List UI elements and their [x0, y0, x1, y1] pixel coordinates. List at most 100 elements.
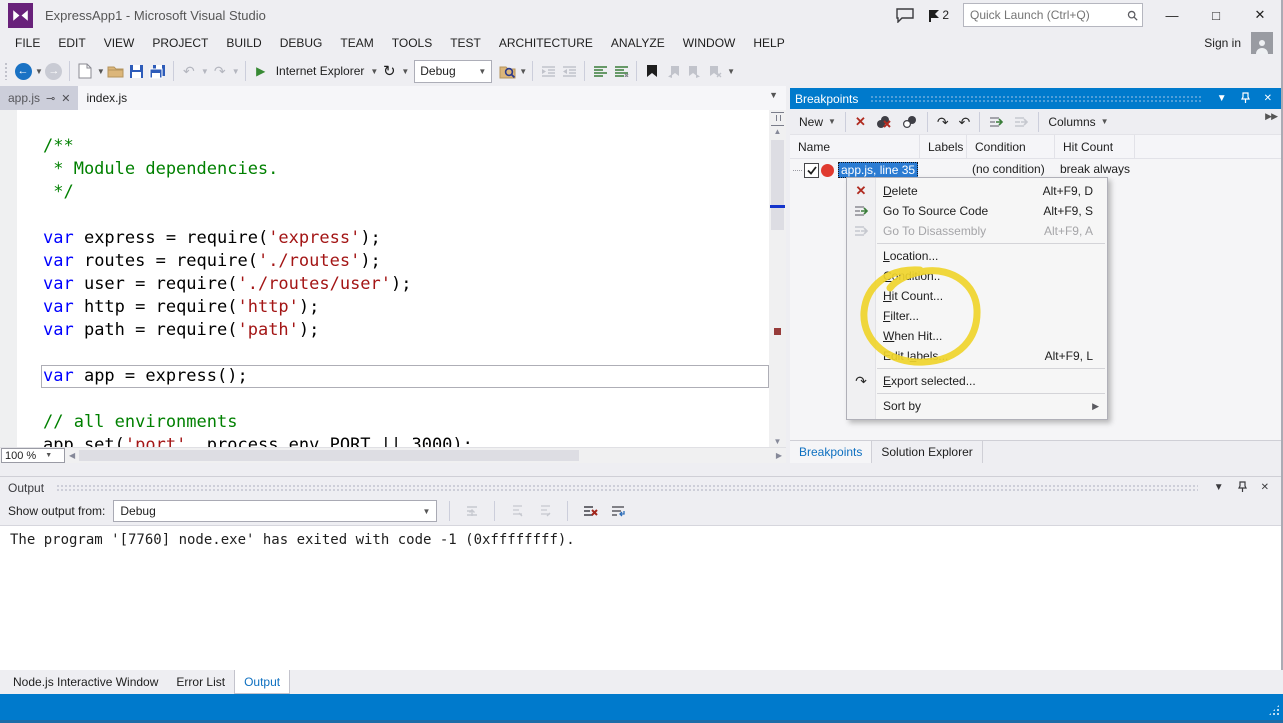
- context-menu-item-go-to-source-code[interactable]: Go To Source CodeAlt+F9, S: [847, 201, 1107, 221]
- redo-dropdown-icon[interactable]: ▼: [232, 67, 240, 76]
- code-line[interactable]: [17, 342, 769, 365]
- scroll-left-icon[interactable]: ◀: [65, 451, 79, 460]
- delete-all-breakpoints-icon[interactable]: [871, 113, 897, 131]
- navigate-backward-dropdown-icon[interactable]: ▼: [35, 67, 43, 76]
- toolbar-options-icon[interactable]: ▼: [727, 67, 735, 76]
- toolbar-overflow-icon[interactable]: ▶▶: [1265, 111, 1277, 122]
- context-menu-item-sort-by[interactable]: Sort by▶: [847, 396, 1107, 416]
- next-bookmark-icon[interactable]: [684, 60, 704, 82]
- columns-button[interactable]: Columns ▼: [1043, 113, 1113, 131]
- menu-debug[interactable]: DEBUG: [271, 32, 332, 54]
- close-button[interactable]: ✕: [1245, 7, 1275, 23]
- editor-vertical-scrollbar[interactable]: ▲ ▼: [769, 110, 786, 448]
- bottom-tab-error-list[interactable]: Error List: [167, 670, 234, 694]
- maximize-button[interactable]: □: [1201, 8, 1231, 23]
- go-to-source-code-icon[interactable]: [984, 114, 1009, 130]
- code-line[interactable]: var routes = require('./routes');: [17, 250, 769, 273]
- code-line[interactable]: var express = require('express');: [17, 227, 769, 250]
- toolbar-grip[interactable]: [4, 62, 9, 80]
- toggle-bookmark-icon[interactable]: [642, 60, 662, 82]
- menu-edit[interactable]: EDIT: [49, 32, 94, 54]
- code-line[interactable]: var path = require('path');: [17, 319, 769, 342]
- new-breakpoint-button[interactable]: New ▼: [794, 113, 841, 131]
- column-header-labels[interactable]: Labels: [920, 135, 967, 158]
- editor-tab-index.js[interactable]: index.js: [78, 86, 135, 110]
- context-menu-item-filter[interactable]: Filter...: [847, 306, 1107, 326]
- minimize-button[interactable]: —: [1157, 8, 1187, 23]
- breakpoint-name[interactable]: app.js, line 35: [838, 162, 918, 178]
- scroll-down-icon[interactable]: ▼: [769, 437, 786, 446]
- notifications-flag[interactable]: 2: [928, 8, 949, 22]
- refresh-icon[interactable]: ↻: [379, 60, 399, 82]
- run-target-label[interactable]: Internet Explorer: [276, 64, 365, 78]
- go-to-disassembly-icon[interactable]: [1009, 114, 1034, 130]
- context-menu-item-when-hit[interactable]: When Hit...: [847, 326, 1107, 346]
- output-source-combo[interactable]: Debug ▼: [113, 500, 437, 522]
- resize-grip[interactable]: [1268, 704, 1280, 716]
- code-line[interactable]: var http = require('http');: [17, 296, 769, 319]
- undo-icon[interactable]: ↶: [179, 60, 199, 82]
- output-title-bar[interactable]: Output ▼ ✕: [0, 477, 1281, 498]
- panel-tab-solution-explorer[interactable]: Solution Explorer: [872, 441, 982, 463]
- context-menu-item-delete[interactable]: ✕DeleteAlt+F9, D: [847, 181, 1107, 201]
- uncomment-icon[interactable]: [611, 60, 631, 82]
- pin-icon[interactable]: [1237, 92, 1254, 106]
- previous-message-icon[interactable]: [507, 500, 527, 522]
- horizontal-scroll-thumb[interactable]: [79, 450, 579, 461]
- code-line[interactable]: app.set('port', process.env.PORT || 3000…: [17, 434, 769, 448]
- import-breakpoints-icon[interactable]: ↶: [954, 113, 976, 131]
- undo-dropdown-icon[interactable]: ▼: [201, 67, 209, 76]
- feedback-icon[interactable]: [896, 8, 914, 23]
- bottom-tab-output[interactable]: Output: [234, 670, 290, 694]
- panel-tab-breakpoints[interactable]: Breakpoints: [790, 441, 872, 463]
- toggle-all-breakpoints-icon[interactable]: [897, 113, 923, 131]
- breakpoints-title-bar[interactable]: Breakpoints ▼ ✕: [790, 88, 1281, 109]
- find-in-files-icon[interactable]: [497, 60, 517, 82]
- tab-overflow-icon[interactable]: ▼: [769, 90, 778, 100]
- code-line[interactable]: [17, 388, 769, 411]
- start-debugging-icon[interactable]: ▶: [251, 60, 271, 82]
- redo-icon[interactable]: ↷: [210, 60, 230, 82]
- pin-tab-icon[interactable]: ⊸: [46, 92, 55, 105]
- context-menu-item-edit-labels[interactable]: Edit labels...Alt+F9, L: [847, 346, 1107, 366]
- pin-icon[interactable]: [1234, 481, 1251, 495]
- editor-splitter-handle[interactable]: [771, 112, 784, 126]
- context-menu-item-hit-count[interactable]: Hit Count...: [847, 286, 1107, 306]
- code-line[interactable]: [17, 112, 769, 135]
- save-all-icon[interactable]: [148, 60, 168, 82]
- scroll-up-icon[interactable]: ▲: [769, 127, 786, 136]
- menu-window[interactable]: WINDOW: [674, 32, 745, 54]
- quick-launch-input[interactable]: [968, 7, 1127, 23]
- code-content[interactable]: /** * Module dependencies. */ var expres…: [17, 110, 769, 448]
- close-tab-icon[interactable]: ✕: [61, 92, 70, 105]
- menu-project[interactable]: PROJECT: [143, 32, 217, 54]
- code-line[interactable]: var user = require('./routes/user');: [17, 273, 769, 296]
- column-header-hit-count[interactable]: Hit Count: [1055, 135, 1135, 158]
- previous-bookmark-icon[interactable]: [663, 60, 683, 82]
- navigate-forward-icon[interactable]: →: [44, 60, 64, 82]
- code-line[interactable]: var app = express();: [41, 365, 769, 388]
- save-icon[interactable]: [127, 60, 147, 82]
- editor-glyph-margin[interactable]: [0, 110, 17, 448]
- solution-configuration-combo[interactable]: Debug ▼: [414, 60, 492, 83]
- quick-launch-box[interactable]: [963, 3, 1143, 27]
- new-file-dropdown-icon[interactable]: ▼: [97, 67, 105, 76]
- open-file-icon[interactable]: [106, 60, 126, 82]
- code-line[interactable]: */: [17, 181, 769, 204]
- menu-analyze[interactable]: ANALYZE: [602, 32, 674, 54]
- refresh-dropdown-icon[interactable]: ▼: [401, 67, 409, 76]
- bottom-tab-node-js-interactive-window[interactable]: Node.js Interactive Window: [4, 670, 167, 694]
- column-header-name[interactable]: Name: [790, 135, 920, 158]
- close-panel-icon[interactable]: ✕: [1260, 93, 1276, 104]
- menu-file[interactable]: FILE: [6, 32, 49, 54]
- navigate-backward-icon[interactable]: ←: [13, 60, 33, 82]
- column-header-condition[interactable]: Condition: [967, 135, 1055, 158]
- run-target-dropdown-icon[interactable]: ▼: [370, 67, 378, 76]
- vertical-scroll-thumb[interactable]: [771, 140, 784, 230]
- menu-tools[interactable]: TOOLS: [383, 32, 441, 54]
- output-console[interactable]: The program '[7760] node.exe' has exited…: [0, 525, 1281, 671]
- comment-out-icon[interactable]: [590, 60, 610, 82]
- find-dropdown-icon[interactable]: ▼: [519, 67, 527, 76]
- menu-view[interactable]: VIEW: [95, 32, 144, 54]
- menu-build[interactable]: BUILD: [217, 32, 270, 54]
